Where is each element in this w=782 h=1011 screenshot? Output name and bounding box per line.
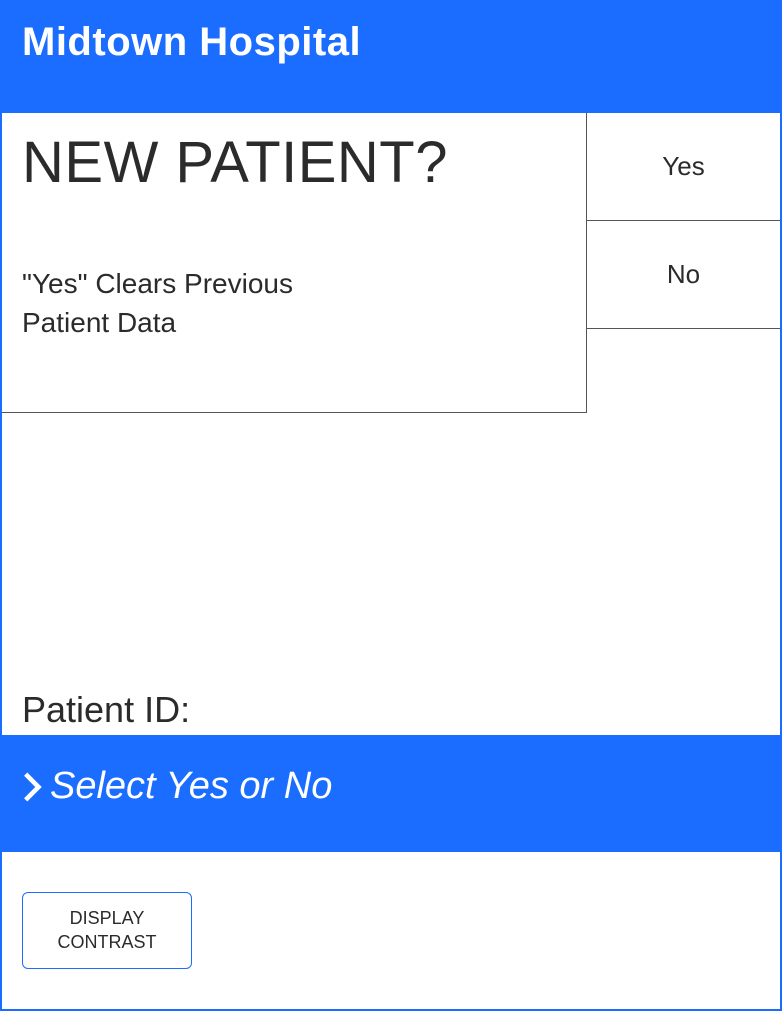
yes-button[interactable]: Yes bbox=[587, 113, 780, 221]
question-subtitle-line1: "Yes" Clears Previous bbox=[22, 268, 293, 299]
question-panel: NEW PATIENT? "Yes" Clears Previous Patie… bbox=[2, 113, 780, 413]
question-subtitle-line2: Patient Data bbox=[22, 307, 176, 338]
hospital-title: Midtown Hospital bbox=[22, 20, 760, 65]
question-title: NEW PATIENT? bbox=[22, 129, 566, 196]
prompt-bar: Select Yes or No bbox=[2, 735, 780, 852]
yes-no-spacer bbox=[587, 329, 780, 413]
chevron-right-icon bbox=[22, 769, 44, 805]
prompt-text: Select Yes or No bbox=[50, 765, 332, 808]
screen-container: Midtown Hospital NEW PATIENT? "Yes" Clea… bbox=[0, 0, 782, 1011]
display-contrast-button[interactable]: DISPLAY CONTRAST bbox=[22, 892, 192, 969]
header-bar: Midtown Hospital bbox=[2, 2, 780, 113]
contrast-line1: DISPLAY bbox=[70, 908, 145, 928]
question-subtitle: "Yes" Clears Previous Patient Data bbox=[22, 264, 342, 342]
yes-no-column: Yes No bbox=[587, 113, 780, 413]
patient-id-label: Patient ID: bbox=[2, 689, 780, 735]
question-box: NEW PATIENT? "Yes" Clears Previous Patie… bbox=[2, 113, 587, 413]
mid-spacer bbox=[2, 413, 780, 689]
bottom-area: DISPLAY CONTRAST bbox=[2, 852, 780, 1009]
contrast-line2: CONTRAST bbox=[58, 932, 157, 952]
no-button[interactable]: No bbox=[587, 221, 780, 329]
